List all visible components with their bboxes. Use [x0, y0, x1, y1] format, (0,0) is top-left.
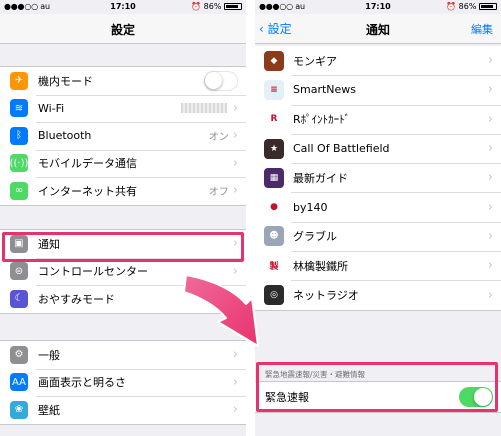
app-row-label: SmartNews — [293, 83, 356, 97]
redacted-network-name — [180, 103, 227, 114]
settings-row-value: オフ — [208, 187, 229, 199]
chevron-right-icon: › — [232, 402, 238, 418]
settings-row-label: おやすみモード — [38, 292, 115, 306]
call-of-battlefield-icon: ★ — [264, 138, 284, 159]
app-row-label: 林檎製鐵所 — [293, 259, 348, 273]
settings-row-label: Wi-Fi — [38, 101, 65, 115]
app-row-by140[interactable]: ● by140 › — [255, 192, 501, 221]
app-list: ◆ モンギア › ≡ SmartNews › R Rﾎﾟｲﾝﾄｶｰﾄﾞ › ★ Call Of Ba… — [255, 46, 501, 311]
chevron-right-icon: › — [232, 155, 238, 171]
settings-row-value: オン — [208, 132, 229, 144]
by140-icon: ● — [264, 197, 284, 218]
settings-row-do-not-disturb[interactable]: ☾ おやすみモード › — [0, 285, 246, 313]
chevron-right-icon: › — [232, 374, 238, 390]
display-icon: AA — [10, 373, 28, 392]
chevron-right-icon: › — [232, 347, 238, 363]
battery-icon — [224, 3, 242, 10]
battery-percent: 86% — [458, 2, 477, 11]
chevron-right-icon: › — [232, 100, 238, 116]
r-point-card-icon: R — [264, 109, 284, 130]
alarm-icon: ⏰ — [446, 2, 457, 11]
wifi-icon: ≋ — [10, 99, 28, 118]
settings-row-label: 壁紙 — [38, 403, 60, 417]
settings-group: ⚙ 一般 › AA 画面表示と明るさ › ❀ 壁紙 › — [0, 340, 246, 425]
settings-row-wifi[interactable]: ≋ Wi-Fi › — [0, 94, 246, 123]
chevron-right-icon: › — [487, 82, 493, 98]
page-title: 通知 — [365, 23, 390, 37]
wallpaper-icon: ❀ — [10, 400, 28, 419]
settings-row-label: モバイルデータ通信 — [38, 157, 137, 171]
emergency-highlight-box — [256, 362, 498, 412]
chevron-right-icon: › — [487, 141, 493, 157]
app-row-saishin-guide[interactable]: ▦ 最新ガイド › — [255, 163, 501, 192]
settings-row-mobile-data[interactable]: ((·)) モバイルデータ通信 › — [0, 149, 246, 178]
settings-row-general[interactable]: ⚙ 一般 › — [0, 341, 246, 369]
edit-button[interactable]: 編集 — [471, 21, 493, 37]
settings-row-label: 一般 — [38, 348, 60, 362]
app-row-label: Rﾎﾟｲﾝﾄｶｰﾄﾞ — [293, 113, 351, 127]
settings-row-bluetooth[interactable]: ᛒ Bluetooth オン › — [0, 122, 246, 150]
chevron-right-icon: › — [232, 263, 238, 279]
app-row-smartnews[interactable]: ≡ SmartNews › — [255, 75, 501, 104]
notifications-highlight-box — [2, 232, 244, 262]
radio-icon: ◎ — [264, 285, 284, 306]
chevron-right-icon: › — [487, 287, 493, 303]
chevron-right-icon: › — [232, 183, 238, 199]
chevron-right-icon: › — [487, 228, 493, 244]
chevron-right-icon: › — [487, 199, 493, 215]
alarm-icon: ⏰ — [191, 2, 202, 11]
app-row-label: Call Of Battlefield — [293, 142, 390, 156]
app-row-label: by140 — [293, 200, 328, 214]
app-row-monster-gear[interactable]: ◆ モンギア › — [255, 46, 501, 75]
antenna-icon: ((·)) — [10, 154, 28, 173]
chevron-right-icon: › — [487, 258, 493, 274]
control-center-icon: ⊜ — [10, 262, 28, 281]
settings-row-wallpaper[interactable]: ❀ 壁紙 › — [0, 396, 246, 424]
chevron-right-icon: › — [232, 128, 238, 144]
app-row-ringo-seitetsusho[interactable]: 製林檎製鐵所 › — [255, 251, 501, 280]
app-row-net-radio[interactable]: ◎ ネットラジオ › — [255, 280, 501, 309]
gear-icon: ⚙ — [10, 345, 28, 364]
hotspot-icon: ∞ — [10, 181, 28, 200]
smartnews-icon: ≡ — [264, 79, 284, 100]
app-row-granblue[interactable]: ☻ グラブル › — [255, 221, 501, 251]
ringo-icon: 製 — [264, 255, 284, 276]
app-row-label: 最新ガイド — [293, 171, 348, 185]
guide-icon: ▦ — [264, 167, 284, 188]
airplane-mode-toggle[interactable] — [204, 70, 238, 91]
app-row-label: グラブル — [293, 230, 337, 244]
battery-percent: 86% — [203, 2, 222, 11]
chevron-right-icon: › — [487, 53, 493, 69]
chevron-right-icon: › — [232, 291, 238, 307]
settings-row-label: 機内モード — [38, 74, 93, 88]
status-bar: ●●●○○ au 17:10 ⏰ 86% — [255, 0, 501, 14]
bluetooth-icon: ᛒ — [10, 126, 28, 145]
app-row-r-point-card[interactable]: R Rﾎﾟｲﾝﾄｶｰﾄﾞ › — [255, 104, 501, 134]
chevron-right-icon: › — [487, 111, 493, 127]
settings-group: ✈ 機内モード ≋ Wi-Fi › ᛒ Bluetooth オン › ((·)) モバイルデータ通信… — [0, 66, 246, 206]
settings-row-label: コントロールセンター — [38, 265, 148, 279]
settings-screen: ●●●○○ au 17:10 ⏰ 86% 設定 ✈ 機内モード ≋ Wi-Fi › ᛒ Bl… — [0, 0, 246, 436]
settings-row-label: インターネット共有 — [38, 184, 137, 198]
status-right: ⏰ 86% — [446, 2, 497, 11]
app-row-label: モンギア — [293, 54, 337, 68]
settings-row-label: 画面表示と明るさ — [38, 376, 126, 390]
settings-row-airplane-mode[interactable]: ✈ 機内モード — [0, 67, 246, 95]
app-row-label: ネットラジオ — [293, 289, 359, 303]
chevron-right-icon: › — [487, 170, 493, 186]
notifications-navbar: ‹ 設定 通知 編集 — [255, 14, 501, 44]
granblue-icon: ☻ — [264, 226, 284, 247]
airplane-icon: ✈ — [10, 71, 28, 90]
settings-row-hotspot[interactable]: ∞ インターネット共有 オフ › — [0, 177, 246, 205]
app-row-call-of-battlefield[interactable]: ★ Call Of Battlefield › — [255, 133, 501, 163]
settings-navbar: 設定 — [0, 14, 246, 44]
settings-row-label: Bluetooth — [38, 129, 92, 143]
settings-row-display-brightness[interactable]: AA 画面表示と明るさ › — [0, 368, 246, 397]
status-bar: ●●●○○ au 17:10 ⏰ 86% — [0, 0, 246, 14]
status-right: ⏰ 86% — [191, 2, 242, 11]
page-title: 設定 — [110, 23, 135, 37]
battery-icon — [479, 3, 497, 10]
monster-gear-icon: ◆ — [264, 50, 284, 71]
moon-icon: ☾ — [10, 289, 28, 308]
